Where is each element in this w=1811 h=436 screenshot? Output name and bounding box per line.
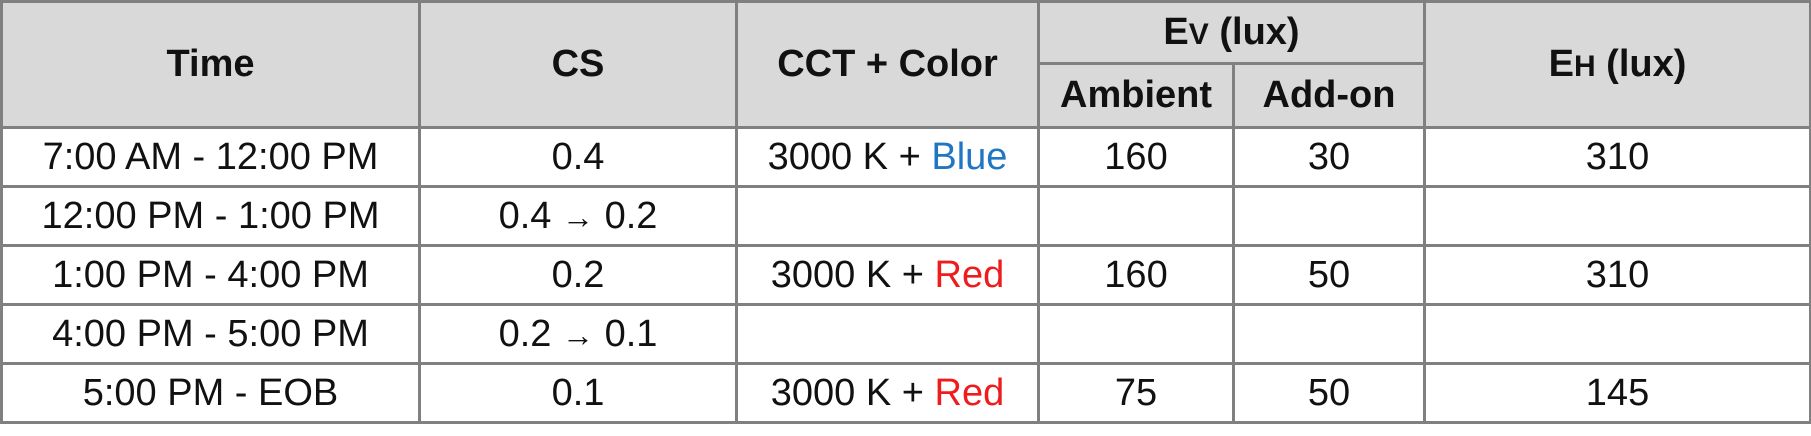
cell-time: 12:00 PM - 1:00 PM	[0, 185, 421, 247]
cell-cct-color: 3000 K + Blue	[735, 126, 1040, 188]
cell-time: 5:00 PM - EOB	[0, 362, 421, 424]
cct-value: 3000 K +	[770, 253, 935, 296]
cell-addon: 30	[1232, 126, 1426, 188]
header-time: Time	[0, 0, 421, 129]
lighting-schedule-table: Time CS CCT + Color EV (lux) EH (lux) Am…	[0, 0, 1811, 424]
cs-to: 0.2	[604, 194, 658, 237]
color-name: Red	[934, 371, 1005, 414]
header-ambient: Ambient	[1037, 62, 1235, 129]
cell-cs: 0.2	[418, 244, 738, 306]
color-name: Red	[934, 253, 1005, 296]
cs-value: 0.1	[551, 371, 605, 414]
cs-from: 0.4	[498, 194, 552, 237]
color-name: Blue	[931, 135, 1008, 178]
cell-ambient-empty	[1037, 185, 1235, 247]
ev-unit: (lux)	[1208, 11, 1300, 53]
cell-cs: 0.4	[418, 126, 738, 188]
cell-eh-empty	[1423, 303, 1811, 365]
cell-ambient: 160	[1037, 126, 1235, 188]
cell-ambient-empty	[1037, 303, 1235, 365]
arrow-right-icon: →	[562, 316, 594, 353]
eh-letter: E	[1548, 43, 1574, 85]
table-row: 7:00 AM - 12:00 PM 0.4 3000 K + Blue 160…	[0, 126, 1811, 188]
header-cs: CS	[418, 0, 738, 129]
cell-cct-color-empty	[735, 185, 1040, 247]
cell-cs: 0.2 → 0.1	[418, 303, 738, 365]
header-row-top: Time CS CCT + Color EV (lux) EH (lux)	[0, 0, 1811, 129]
cs-value: 0.4	[551, 135, 605, 178]
cell-time: 1:00 PM - 4:00 PM	[0, 244, 421, 306]
cct-value: 3000 K +	[767, 135, 932, 178]
table-row: 1:00 PM - 4:00 PM 0.2 3000 K + Red 160 5…	[0, 244, 1811, 306]
cs-to: 0.1	[604, 312, 658, 355]
table-header: Time CS CCT + Color EV (lux) EH (lux) Am…	[0, 0, 1811, 129]
cell-addon-empty	[1232, 185, 1426, 247]
cell-cct-color: 3000 K + Red	[735, 244, 1040, 306]
cs-from: 0.2	[498, 312, 552, 355]
table-row: 12:00 PM - 1:00 PM 0.4 → 0.2	[0, 185, 1811, 247]
table-row: 5:00 PM - EOB 0.1 3000 K + Red 75 50 145	[0, 362, 1811, 424]
cell-cs: 0.4 → 0.2	[418, 185, 738, 247]
cell-ambient: 75	[1037, 362, 1235, 424]
cell-cct-color-empty	[735, 303, 1040, 365]
cell-cs: 0.1	[418, 362, 738, 424]
ev-letter: E	[1163, 11, 1189, 53]
table-body: 7:00 AM - 12:00 PM 0.4 3000 K + Blue 160…	[0, 126, 1811, 424]
header-ev-lux: EV (lux)	[1037, 0, 1426, 65]
cs-value: 0.2	[551, 253, 605, 296]
cell-cct-color: 3000 K + Red	[735, 362, 1040, 424]
cell-eh: 310	[1423, 244, 1811, 306]
cct-value: 3000 K +	[770, 371, 935, 414]
cell-addon: 50	[1232, 362, 1426, 424]
cell-ambient: 160	[1037, 244, 1235, 306]
header-cct-color: CCT + Color	[735, 0, 1040, 129]
cell-time: 4:00 PM - 5:00 PM	[0, 303, 421, 365]
cell-time: 7:00 AM - 12:00 PM	[0, 126, 421, 188]
cell-addon-empty	[1232, 303, 1426, 365]
cell-addon: 50	[1232, 244, 1426, 306]
cell-eh: 145	[1423, 362, 1811, 424]
header-eh-lux: EH (lux)	[1423, 0, 1811, 129]
cell-eh-empty	[1423, 185, 1811, 247]
ev-subscript: V	[1188, 18, 1209, 51]
eh-unit: (lux)	[1595, 43, 1687, 85]
eh-subscript: H	[1573, 50, 1596, 83]
arrow-right-icon: →	[562, 198, 594, 235]
header-addon: Add-on	[1232, 62, 1426, 129]
cell-eh: 310	[1423, 126, 1811, 188]
table-row: 4:00 PM - 5:00 PM 0.2 → 0.1	[0, 303, 1811, 365]
